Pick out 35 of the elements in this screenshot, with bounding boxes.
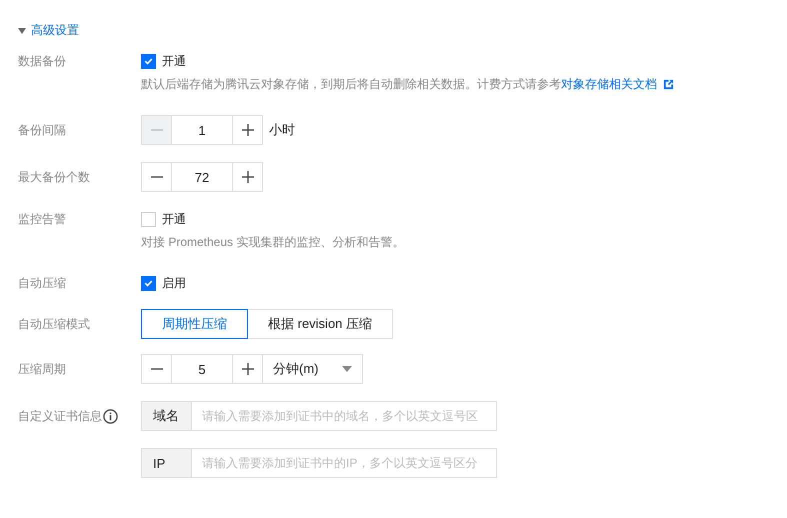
plus-icon: [242, 171, 254, 183]
input-field[interactable]: 请输入需要添加到证书中的IP，多个以英文逗号区分: [191, 448, 497, 478]
checkbox[interactable]: [141, 276, 156, 290]
field-label: 备份间隔: [18, 122, 66, 138]
field-label: 监控告警: [18, 210, 66, 228]
plus-icon: [242, 363, 254, 375]
caret-icon: [342, 366, 352, 372]
checkbox-label: 启用: [162, 274, 186, 292]
mode-option[interactable]: 周期性压缩: [141, 309, 248, 339]
docs-link[interactable]: 对象存储相关文档: [561, 76, 657, 93]
mode-option[interactable]: 根据 revision 压缩: [248, 309, 394, 339]
checkbox-label: 开通: [162, 52, 186, 70]
hint-text: 对接 Prometheus 实现集群的监控、分析和告警。: [141, 234, 404, 251]
caret-icon: [18, 28, 26, 34]
checkbox-label: 开通: [162, 210, 186, 228]
field-label: 最大备份个数: [18, 168, 90, 186]
field-label: 自定义证书信息: [18, 408, 102, 424]
input-field[interactable]: 请输入需要添加到证书中的域名，多个以英文逗号区: [191, 401, 497, 431]
hint-text: 默认后端存储为腾讯云对象存储，到期后将自动删除相关数据。计费方式请参考: [141, 76, 561, 93]
checkbox[interactable]: [141, 54, 156, 68]
increment-button[interactable]: [232, 115, 263, 145]
input-addon: 域名: [141, 401, 191, 431]
plus-icon: [242, 124, 254, 136]
unit-dropdown[interactable]: 分钟(m): [263, 354, 363, 384]
increment-button[interactable]: [232, 162, 263, 192]
input-addon: IP: [141, 448, 191, 478]
field-label: 自动压缩模式: [18, 316, 90, 332]
section-toggle[interactable]: 高级设置: [18, 22, 79, 39]
field-label: 自动压缩: [18, 274, 66, 292]
unit-label: 小时: [269, 121, 295, 139]
checkbox[interactable]: [141, 212, 156, 226]
field-label: 压缩周期: [18, 360, 66, 378]
external-link-icon: [663, 79, 674, 90]
increment-button[interactable]: [232, 354, 263, 384]
field-label: 数据备份: [18, 52, 66, 70]
